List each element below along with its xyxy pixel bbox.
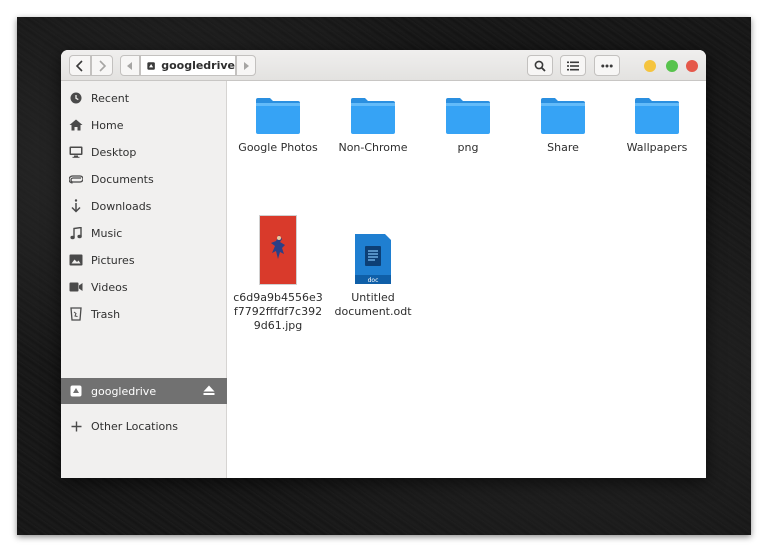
sidebar-item-label: Desktop <box>91 145 137 159</box>
path-crumb-googledrive[interactable]: googledrive <box>140 55 236 76</box>
sidebar-item-label: Home <box>91 118 124 132</box>
folder-icon <box>635 98 679 134</box>
sidebar-item-label: Trash <box>91 307 121 321</box>
sidebar-item-documents[interactable]: Documents <box>61 166 227 192</box>
clock-icon <box>69 91 83 105</box>
sidebar-item-videos[interactable]: Videos <box>61 274 227 300</box>
document-icon: doc <box>355 234 391 284</box>
drive-icon <box>69 384 83 398</box>
sidebar: Recent Home Desktop Documents Downloads … <box>61 81 227 478</box>
folder-icon <box>351 98 395 134</box>
folder-item[interactable]: png <box>422 97 514 155</box>
more-options-button[interactable] <box>594 55 620 76</box>
sidebar-item-label: Pictures <box>91 253 135 267</box>
header-bar: googledrive <box>61 50 706 81</box>
path-crumb-label: googledrive <box>161 59 235 72</box>
drive-icon <box>147 61 155 70</box>
plus-icon <box>69 419 83 433</box>
triangle-left-icon <box>127 61 132 70</box>
folder-item[interactable]: Non-Chrome <box>327 97 419 155</box>
sidebar-item-trash[interactable]: Trash <box>61 301 227 327</box>
sidebar-item-label: Videos <box>91 280 128 294</box>
sidebar-item-googledrive[interactable]: googledrive <box>61 378 227 404</box>
folder-item[interactable]: Share <box>517 97 609 155</box>
trash-icon <box>69 307 83 321</box>
sidebar-item-label: googledrive <box>91 384 157 398</box>
eject-icon[interactable] <box>203 385 215 399</box>
path-scroll-right-button[interactable] <box>236 55 256 76</box>
sidebar-item-music[interactable]: Music <box>61 220 227 246</box>
sidebar-item-label: Documents <box>91 172 154 186</box>
ellipsis-icon <box>601 64 613 67</box>
image-file-item[interactable]: c6d9a9b4556e3f7792fffdf7c3929d61.jpg <box>232 215 324 333</box>
paperclip-icon <box>69 172 83 186</box>
sidebar-item-downloads[interactable]: Downloads <box>61 193 227 219</box>
sidebar-item-pictures[interactable]: Pictures <box>61 247 227 273</box>
file-name: Untitled document.odt <box>334 291 412 318</box>
sidebar-item-label: Music <box>91 226 123 240</box>
maximize-button[interactable] <box>666 60 678 72</box>
folder-icon <box>541 98 585 134</box>
sidebar-item-label: Recent <box>91 91 130 105</box>
sidebar-item-other-locations[interactable]: Other Locations <box>61 413 227 439</box>
sidebar-item-recent[interactable]: Recent <box>61 85 227 111</box>
search-icon <box>534 60 546 72</box>
file-name: Google Photos <box>238 141 318 154</box>
view-list-button[interactable] <box>560 55 586 76</box>
file-name: c6d9a9b4556e3f7792fffdf7c3929d61.jpg <box>233 291 323 332</box>
file-grid: Google Photos Non-Chrome png Share Wallp… <box>227 81 706 478</box>
folder-icon <box>256 98 300 134</box>
file-name: Wallpapers <box>626 141 688 154</box>
chevron-left-icon <box>75 59 83 72</box>
folder-item[interactable]: Wallpapers <box>611 97 703 155</box>
list-view-icon <box>567 61 579 70</box>
close-button[interactable] <box>686 60 698 72</box>
sidebar-item-home[interactable]: Home <box>61 112 227 138</box>
sidebar-item-desktop[interactable]: Desktop <box>61 139 227 165</box>
path-scroll-left-button[interactable] <box>120 55 140 76</box>
sidebar-item-label: Other Locations <box>91 419 178 433</box>
file-name: Share <box>547 141 579 154</box>
minimize-button[interactable] <box>644 60 656 72</box>
monitor-icon <box>69 145 83 159</box>
music-note-icon <box>69 226 83 240</box>
figure-icon <box>271 235 285 259</box>
back-button[interactable] <box>69 55 91 76</box>
file-name: Non-Chrome <box>338 141 408 154</box>
search-button[interactable] <box>527 55 553 76</box>
sidebar-item-label: Downloads <box>91 199 152 213</box>
image-thumbnail <box>259 215 297 285</box>
folder-item[interactable]: Google Photos <box>232 97 324 155</box>
document-file-item[interactable]: doc Untitled document.odt <box>327 233 419 319</box>
file-manager-window: googledrive Recent Home Desktop Document… <box>61 50 706 478</box>
triangle-right-icon <box>244 61 249 70</box>
forward-button[interactable] <box>91 55 113 76</box>
picture-icon <box>69 253 83 267</box>
file-name: png <box>457 141 479 154</box>
video-camera-icon <box>69 280 83 294</box>
home-icon <box>69 118 83 132</box>
folder-icon <box>446 98 490 134</box>
doc-badge: doc <box>368 277 379 284</box>
chevron-right-icon <box>99 59 107 72</box>
download-icon <box>69 199 83 213</box>
